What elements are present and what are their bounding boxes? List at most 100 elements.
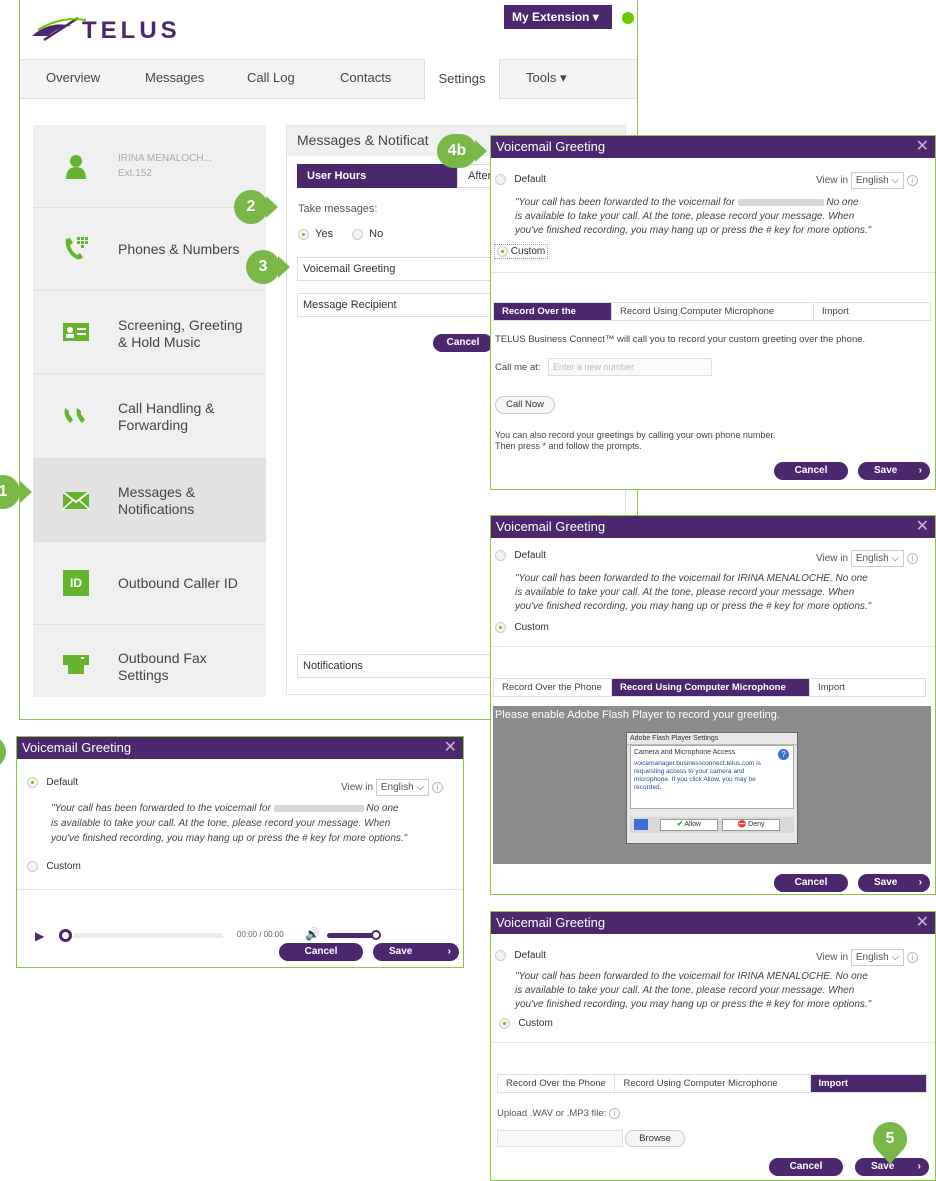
radio-custom[interactable] <box>497 246 508 257</box>
quote-line-1: "Your call has been forwarded to the voi… <box>515 971 868 982</box>
close-icon[interactable]: ✕ <box>916 136 929 158</box>
phone-note-2: Then press * and follow the prompts. <box>495 441 642 451</box>
save-label: Save <box>874 465 898 476</box>
tab-record-mic[interactable]: Record Using Computer Microphone <box>615 1075 811 1092</box>
tab-record-phone[interactable]: Record Over the Phone <box>494 679 612 696</box>
language-select[interactable]: English ⌵ <box>850 550 905 567</box>
notifications-row[interactable]: Notifications <box>297 654 497 678</box>
voicemail-dialog-mic: Voicemail Greeting ✕ Default View in Engl… <box>490 515 936 895</box>
option-custom[interactable]: Custom <box>494 244 549 260</box>
tab-record-phone[interactable]: Record Over the Phone <box>494 303 612 334</box>
tab-record-mic[interactable]: Record Using Computer Microphone <box>612 679 810 696</box>
deny-button[interactable]: ⛔ Deny <box>722 819 780 831</box>
progress-handle[interactable] <box>59 929 72 942</box>
tab-user-hours[interactable]: User Hours <box>297 164 457 188</box>
info-icon[interactable]: i <box>906 175 918 186</box>
tab-call-log[interactable]: Call Log <box>247 70 295 85</box>
progress-track[interactable] <box>73 933 223 938</box>
language-select[interactable]: English ⌵ <box>850 949 905 966</box>
language-value: English <box>855 952 889 963</box>
sidebar-item-messages[interactable]: Messages & Notifications <box>33 459 266 542</box>
telus-logo[interactable]: TELUS <box>30 14 210 44</box>
language-select[interactable]: English ⌵ <box>850 172 905 189</box>
browse-button[interactable]: Browse <box>625 1130 685 1147</box>
option-custom[interactable]: Custom <box>27 861 81 872</box>
phone-number-input[interactable]: Enter a new number <box>548 358 712 376</box>
cancel-button[interactable]: Cancel <box>774 874 848 892</box>
tab-import[interactable]: Import <box>814 303 857 320</box>
voicemail-greeting-row[interactable]: Voicemail Greeting <box>297 257 497 281</box>
volume-slider[interactable] <box>327 933 375 938</box>
message-recipient-row[interactable]: Message Recipient <box>297 293 497 317</box>
radio-default[interactable] <box>495 174 506 185</box>
redacted-name <box>273 804 364 812</box>
redacted-name <box>737 198 824 206</box>
dialog-title: Voicemail Greeting <box>496 139 606 154</box>
option-default[interactable]: Default <box>495 174 546 185</box>
sidebar-item-call-handling[interactable]: Call Handling & Forwarding <box>33 374 266 459</box>
volume-icon[interactable]: 🔊 <box>305 927 320 941</box>
radio-custom[interactable] <box>27 861 38 872</box>
radio-default[interactable] <box>495 950 506 961</box>
volume-handle[interactable] <box>371 930 381 940</box>
file-path-input[interactable] <box>497 1130 623 1147</box>
dialog-title-bar: Voicemail Greeting ✕ <box>17 737 463 759</box>
tab-tools[interactable]: Tools ▾ <box>526 70 567 86</box>
help-icon[interactable]: ? <box>778 749 789 760</box>
language-select[interactable]: English ⌵ <box>375 779 430 796</box>
tab-settings[interactable]: Settings <box>424 59 500 100</box>
radio-default[interactable] <box>27 777 38 788</box>
tab-contacts[interactable]: Contacts <box>340 70 391 85</box>
tab-user-hours-label: User Hours <box>307 170 367 182</box>
save-button[interactable]: Save › <box>858 462 930 480</box>
close-icon[interactable]: ✕ <box>916 516 929 538</box>
save-button[interactable]: Save › <box>373 943 459 961</box>
sidebar-item-phones[interactable]: Phones & Numbers <box>33 208 266 291</box>
option-custom[interactable]: Custom <box>499 1018 553 1029</box>
my-extension-menu[interactable]: My Extension ▾ <box>504 5 612 29</box>
logo-text: TELUS <box>82 17 181 44</box>
allow-button[interactable]: ✔ Allow <box>660 819 718 831</box>
option-default[interactable]: Default <box>495 550 546 561</box>
tab-overview[interactable]: Overview <box>46 70 100 85</box>
take-messages-no[interactable]: No <box>352 228 383 240</box>
chevron-right-icon: › <box>918 465 922 476</box>
info-icon[interactable]: i <box>906 553 918 564</box>
language-value: English <box>855 553 889 564</box>
flash-subtitle: Camera and Microphone Access <box>634 749 736 756</box>
info-icon[interactable]: i <box>608 1108 620 1119</box>
sidebar-item-screening[interactable]: Screening, Greeting & Hold Music <box>33 291 266 374</box>
save-button[interactable]: Save › <box>858 874 930 892</box>
chevron-down-icon: ▾ <box>592 10 599 24</box>
main-cancel-button[interactable]: Cancel <box>433 334 493 352</box>
radio-no[interactable] <box>352 228 363 240</box>
tab-record-mic[interactable]: Record Using Computer Microphone <box>612 303 814 320</box>
radio-custom[interactable] <box>499 1018 510 1029</box>
tab-record-phone[interactable]: Record Over the Phone <box>498 1075 616 1092</box>
info-icon[interactable]: i <box>906 952 918 963</box>
cancel-button[interactable]: Cancel <box>774 462 848 480</box>
tab-import[interactable]: Import <box>810 679 853 696</box>
option-default[interactable]: Default <box>495 950 546 961</box>
play-icon[interactable]: ▶ <box>35 929 44 943</box>
sidebar-item-caller-id[interactable]: ID Outbound Caller ID <box>33 542 266 625</box>
option-default[interactable]: Default <box>27 777 78 788</box>
cancel-button[interactable]: Cancel <box>769 1158 843 1176</box>
option-custom[interactable]: Custom <box>495 622 549 633</box>
cancel-button[interactable]: Cancel <box>279 943 363 961</box>
radio-custom[interactable] <box>495 622 506 633</box>
voicemail-greeting-label: Voicemail Greeting <box>303 263 396 275</box>
close-icon[interactable]: ✕ <box>444 737 457 759</box>
radio-default[interactable] <box>495 550 506 561</box>
chevron-right-icon: › <box>917 1161 921 1172</box>
sidebar-item-fax[interactable]: Outbound Fax Settings <box>33 625 266 697</box>
chevron-down-icon: ▾ <box>559 70 567 85</box>
tab-messages[interactable]: Messages <box>145 70 204 85</box>
tab-import[interactable]: Import <box>810 1075 926 1092</box>
cancel-label: Cancel <box>794 877 828 888</box>
radio-yes[interactable] <box>298 228 309 240</box>
info-icon[interactable]: i <box>431 782 443 793</box>
call-now-button[interactable]: Call Now <box>495 396 555 414</box>
close-icon[interactable]: ✕ <box>916 912 929 934</box>
take-messages-yes[interactable]: Yes <box>298 228 333 240</box>
